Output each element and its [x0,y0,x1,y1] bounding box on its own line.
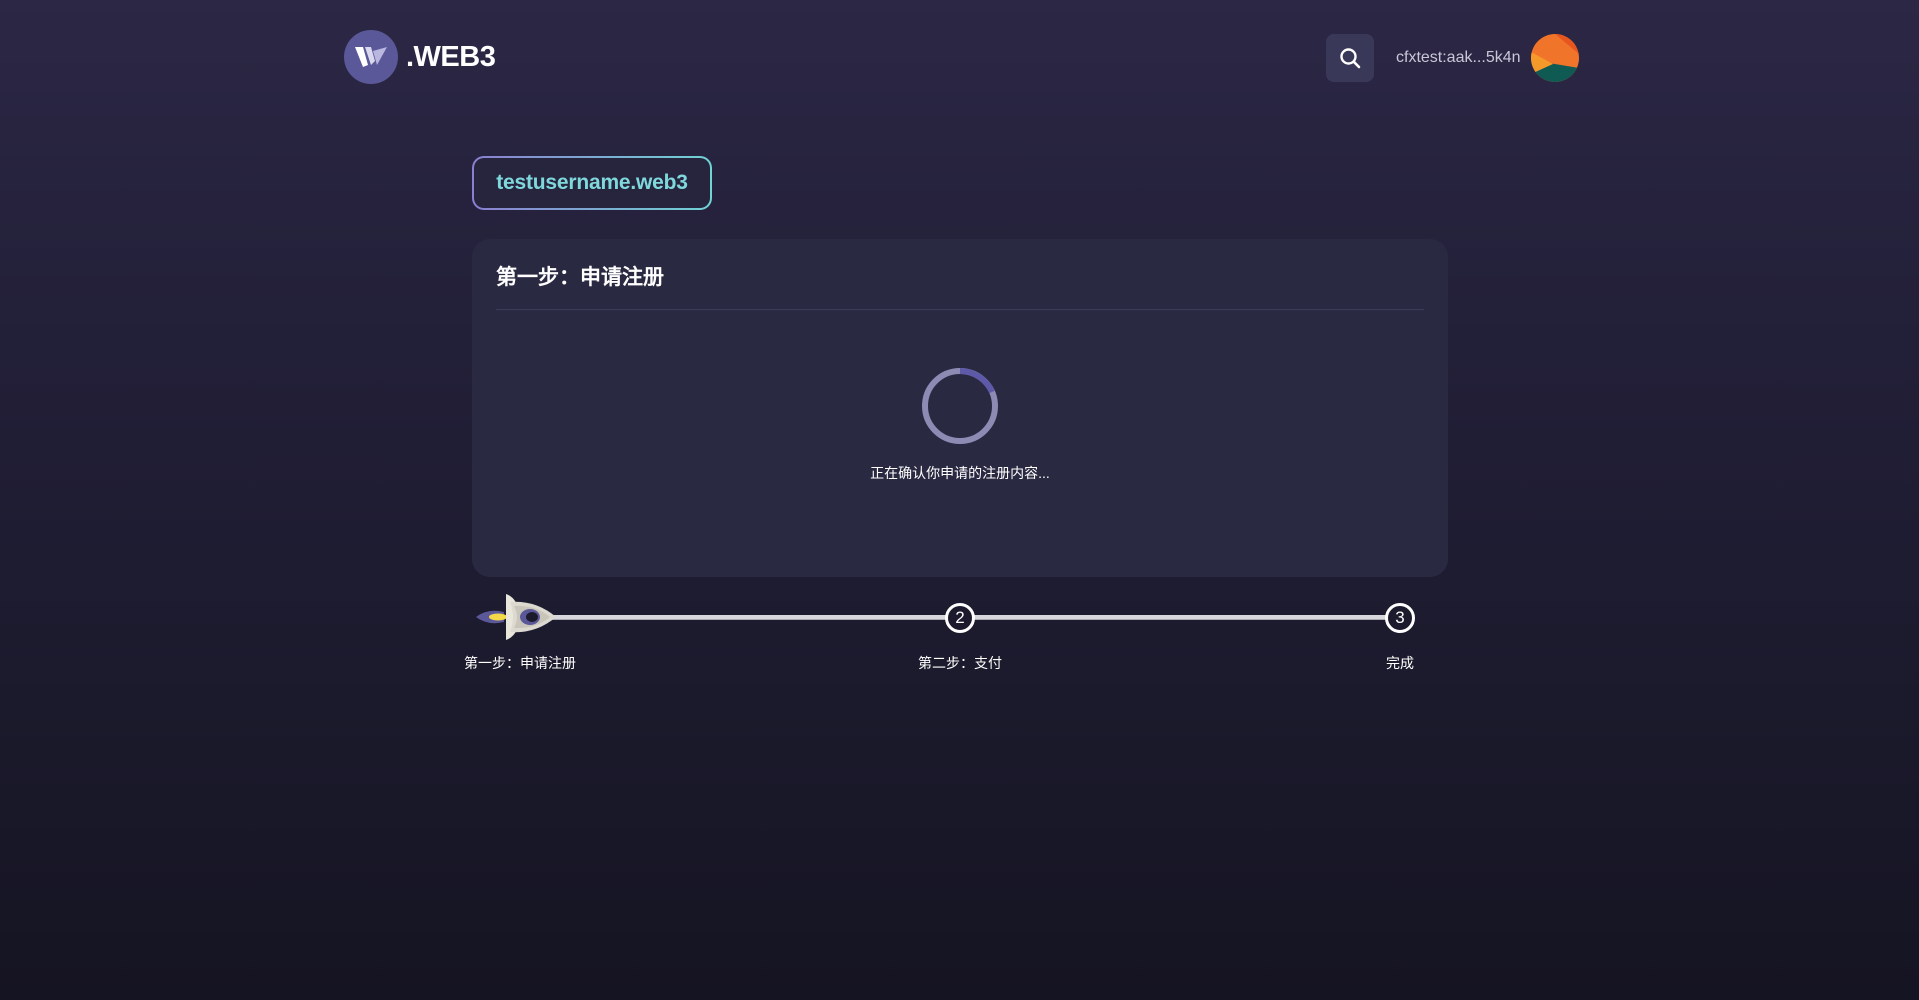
w-logo-icon [344,30,398,84]
card-divider [496,309,1424,310]
search-button[interactable] [1326,34,1374,82]
registration-card: 第一步：申请注册 正在确认你申请的注册内容... [472,239,1448,577]
domain-name: testusername.web3 [496,171,688,194]
avatar [1530,34,1579,82]
rocket-icon [476,594,556,640]
step-1-label: 第一步：申请注册 [464,655,576,671]
step-2-label: 第二步：支付 [918,655,1002,671]
site-logo[interactable]: .WEB3 [344,30,496,84]
account-address: cfxtest:aak...5k4n [1396,49,1521,66]
step-3-label: 完成 [1386,655,1414,671]
search-icon [1340,48,1361,69]
account-menu[interactable]: cfxtest:aak...5k4n [1396,34,1579,82]
card-title: 第一步：申请注册 [496,266,664,289]
step-3-node: 3 [1385,603,1415,633]
step-2-node: 2 [945,603,975,633]
logo-text: .WEB3 [406,40,496,73]
loading-spinner [922,368,998,444]
domain-name-chip: testusername.web3 [472,156,712,210]
status-message: 正在确认你申请的注册内容... [870,465,1050,481]
